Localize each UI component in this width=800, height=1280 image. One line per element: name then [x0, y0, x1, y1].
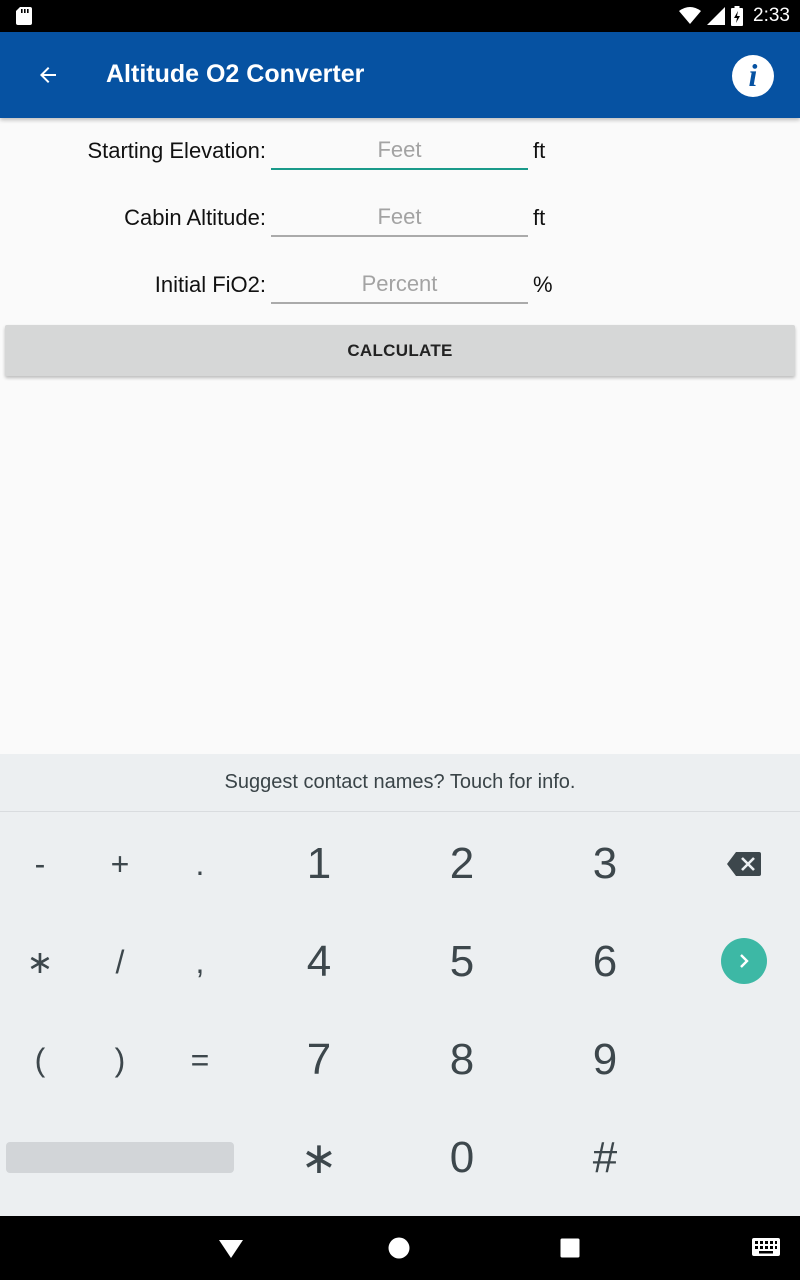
key-6[interactable]: 6 [545, 930, 665, 994]
space-key[interactable] [6, 1142, 234, 1173]
key-period[interactable]: . [160, 832, 240, 896]
key-open-paren[interactable]: ( [0, 1028, 80, 1092]
cabin-altitude-row: Cabin Altitude: ft [0, 193, 800, 253]
signal-icon [707, 7, 726, 25]
key-close-paren[interactable]: ) [80, 1028, 160, 1092]
back-button[interactable] [24, 51, 72, 99]
initial-fio2-unit: % [533, 272, 553, 297]
key-plus[interactable]: + [80, 832, 160, 896]
status-bar: 2:33 [0, 0, 800, 32]
navigation-bar [0, 1216, 800, 1280]
chevron-right-icon [740, 954, 749, 968]
info-icon: i [748, 57, 758, 93]
key-5[interactable]: 5 [402, 930, 522, 994]
key-equals[interactable]: = [160, 1028, 240, 1092]
keyboard-icon [752, 1238, 780, 1256]
initial-fio2-row: Initial FiO2: % [0, 260, 800, 320]
battery-charging-icon [731, 6, 744, 26]
app-bar: Altitude O2 Converter i [0, 32, 800, 118]
calculate-button[interactable]: CALCULATE [5, 325, 795, 376]
nav-keyboard-button[interactable] [748, 1232, 784, 1264]
key-comma[interactable]: , [160, 930, 240, 994]
cabin-altitude-input[interactable] [271, 199, 528, 237]
home-circle-icon [388, 1237, 410, 1259]
nav-home-button[interactable] [383, 1232, 415, 1264]
initial-fio2-input[interactable] [271, 266, 528, 304]
next-key[interactable] [721, 938, 767, 984]
page-title: Altitude O2 Converter [106, 60, 365, 88]
key-hash[interactable]: # [545, 1126, 665, 1190]
starting-elevation-input[interactable] [271, 132, 528, 170]
arrow-back-icon [40, 67, 56, 83]
starting-elevation-row: Starting Elevation: ft [0, 126, 800, 186]
nav-back-button[interactable] [215, 1232, 247, 1264]
wifi-icon [679, 7, 702, 24]
key-2[interactable]: 2 [402, 832, 522, 896]
backspace-key[interactable] [704, 832, 784, 896]
info-button[interactable]: i [732, 55, 774, 97]
key-minus[interactable]: - [0, 832, 80, 896]
key-0[interactable]: 0 [402, 1126, 522, 1190]
key-7[interactable]: 7 [259, 1028, 379, 1092]
back-triangle-icon [219, 1240, 243, 1258]
keyboard-suggestion-strip[interactable]: Suggest contact names? Touch for info. [0, 754, 800, 812]
key-9[interactable]: 9 [545, 1028, 665, 1092]
key-8[interactable]: 8 [402, 1028, 522, 1092]
starting-elevation-label: Starting Elevation: [87, 138, 266, 163]
nav-recents-button[interactable] [554, 1232, 586, 1264]
recents-square-icon [560, 1238, 580, 1258]
sd-card-icon [16, 7, 32, 25]
key-star[interactable]: ∗ [259, 1126, 379, 1190]
key-asterisk[interactable]: ∗ [0, 930, 80, 994]
cabin-altitude-label: Cabin Altitude: [124, 205, 266, 230]
starting-elevation-unit: ft [533, 138, 546, 163]
cabin-altitude-unit: ft [533, 205, 546, 230]
key-4[interactable]: 4 [259, 930, 379, 994]
status-time: 2:33 [753, 5, 790, 26]
numeric-keyboard: Suggest contact names? Touch for info. -… [0, 754, 800, 1216]
key-slash[interactable]: / [80, 930, 160, 994]
backspace-icon [727, 852, 761, 876]
key-3[interactable]: 3 [545, 832, 665, 896]
initial-fio2-label: Initial FiO2: [154, 272, 266, 297]
key-1[interactable]: 1 [259, 832, 379, 896]
